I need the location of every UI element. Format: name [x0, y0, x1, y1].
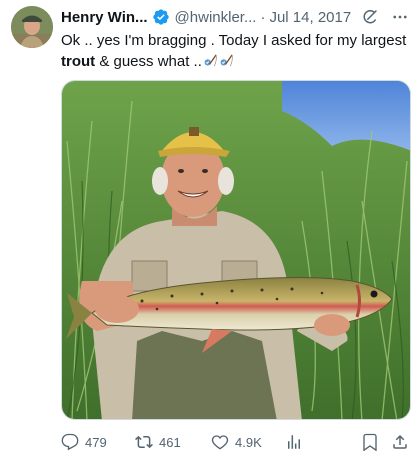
- like-icon: [211, 435, 229, 450]
- fishing-pole-emoji: [219, 53, 234, 68]
- more-icon[interactable]: [389, 6, 411, 28]
- tweet-text-part2: & guess what ..: [95, 53, 202, 70]
- share-button[interactable]: [391, 431, 409, 453]
- like-button[interactable]: 4.9K: [211, 431, 262, 453]
- author-name[interactable]: Henry Win...: [61, 9, 148, 26]
- reply-button[interactable]: 479: [61, 431, 107, 453]
- tweet-text-part1: Ok .. yes I'm bragging . Today I asked f…: [61, 32, 407, 49]
- bookmark-button[interactable]: [361, 431, 379, 453]
- reply-count: 479: [85, 434, 107, 450]
- bookmark-icon: [363, 433, 377, 451]
- tweet-photo[interactable]: [61, 80, 411, 420]
- verified-badge-icon[interactable]: [152, 8, 170, 26]
- views-button[interactable]: [285, 431, 303, 453]
- tweet-actions: 479 461 4.9K: [61, 431, 411, 453]
- tweet-text: Ok .. yes I'm bragging . Today I asked f…: [61, 30, 411, 72]
- fishing-pole-emoji: [203, 53, 218, 68]
- share-icon: [393, 434, 407, 449]
- tweet-text-bold: trout: [61, 53, 96, 70]
- tweet[interactable]: Henry Win... @hwinkler... · Jul 14, 2017…: [0, 0, 418, 458]
- avatar[interactable]: [11, 6, 53, 48]
- like-count: 4.9K: [235, 434, 262, 450]
- retweet-button[interactable]: 461: [135, 431, 181, 453]
- grok-icon[interactable]: [361, 8, 379, 26]
- tweet-header: Henry Win... @hwinkler... · Jul 14, 2017: [61, 6, 411, 28]
- reply-icon: [61, 433, 79, 451]
- author-handle[interactable]: @hwinkler...: [175, 9, 257, 26]
- tweet-date[interactable]: Jul 14, 2017: [269, 9, 351, 26]
- separator-dot: ·: [260, 8, 266, 26]
- retweet-icon: [135, 435, 153, 449]
- retweet-count: 461: [159, 434, 181, 450]
- views-icon: [288, 435, 300, 449]
